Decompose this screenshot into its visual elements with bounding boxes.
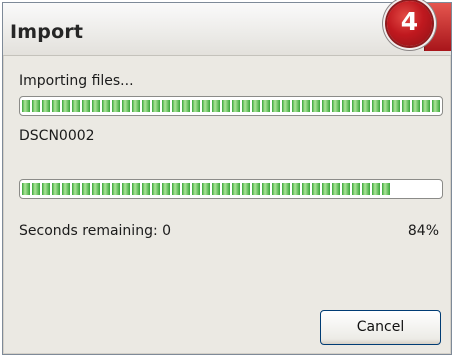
seconds-remaining-text: Seconds remaining: 0 [19,223,172,239]
dialog-title: Import [10,21,84,43]
overall-progress-fill [22,100,440,112]
percent-complete-text: 84% [407,223,439,239]
current-file-name: DSCN0002 [19,128,95,144]
title-bar[interactable]: Import [3,3,451,56]
import-dialog: Import Importing files... DSCN0002 Secon… [2,2,452,355]
overall-progress-bar [19,96,443,116]
overall-progress-label: Importing files... [19,73,134,89]
step-number: 4 [400,7,419,36]
file-progress-bar [19,179,443,199]
file-progress-fill [22,183,390,195]
cancel-button[interactable]: Cancel [320,310,441,345]
step-number-badge: 4 [387,1,432,46]
